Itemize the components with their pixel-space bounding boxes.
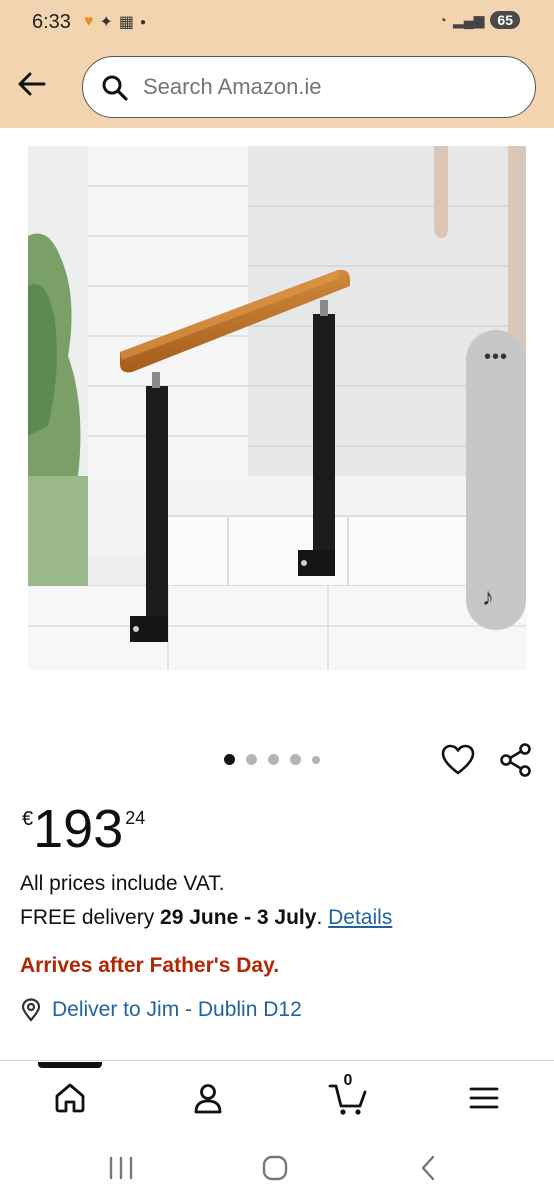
status-icons-left: ♥ ✦ ▦ ●	[84, 12, 146, 32]
delivery-info: FREE delivery 29 June - 3 July. Details	[20, 906, 392, 930]
vat-notice: All prices include VAT.	[20, 872, 225, 895]
signal-icon: ▂▄▆	[452, 11, 485, 28]
search-header	[0, 44, 554, 128]
search-bar[interactable]	[82, 56, 536, 118]
wishlist-heart-icon[interactable]	[440, 742, 476, 778]
nav-menu[interactable]	[462, 1076, 506, 1120]
bottom-nav: 0	[0, 1068, 554, 1128]
nav-account[interactable]	[186, 1076, 230, 1120]
image-carousel-dots	[224, 754, 320, 765]
status-bar: 6:33 ♥ ✦ ▦ ● ◔ ▂▄▆ 65	[0, 0, 554, 44]
music-note-icon[interactable]: ♪	[482, 584, 494, 612]
wifi-icon: ◔	[438, 12, 447, 28]
battery-icon: 65	[490, 11, 520, 29]
recent-apps-icon[interactable]	[106, 1154, 136, 1182]
carousel-dot[interactable]	[290, 754, 301, 765]
price-fraction: 24	[125, 808, 146, 828]
search-icon	[102, 75, 128, 101]
nav-cart[interactable]: 0	[326, 1072, 370, 1120]
arrival-warning: Arrives after Father's Day.	[20, 954, 280, 977]
delivery-dates: 29 June - 3 July	[160, 906, 317, 929]
product-price: € 193 24	[22, 800, 145, 858]
carousel-dot[interactable]	[312, 755, 320, 764]
nav-home[interactable]	[48, 1076, 92, 1120]
product-image[interactable]	[28, 146, 526, 670]
home-icon	[55, 1083, 85, 1113]
carousel-dot-active[interactable]	[224, 754, 235, 765]
deliver-to-location[interactable]: Deliver to Jim - Dublin D12	[20, 998, 302, 1022]
location-pin-icon	[21, 998, 41, 1022]
cart-count: 0	[343, 1072, 353, 1089]
price-whole: 193	[33, 799, 124, 859]
calendar-icon: ▦	[118, 14, 135, 31]
deliver-to-text: Deliver to Jim - Dublin D12	[52, 998, 302, 1021]
account-icon	[194, 1084, 222, 1114]
app-icon: ✦	[99, 14, 113, 31]
search-input[interactable]	[143, 74, 503, 100]
heart-badge-icon: ♥	[84, 13, 94, 30]
status-icons-right: ◔ ▂▄▆ 65	[438, 11, 520, 29]
carousel-dot[interactable]	[268, 754, 279, 765]
share-icon[interactable]	[498, 742, 534, 778]
dot-icon: ●	[140, 16, 147, 28]
home-button-icon[interactable]	[260, 1154, 290, 1182]
more-options-icon[interactable]: •••	[466, 346, 526, 369]
nav-divider	[0, 1060, 554, 1061]
floating-media-widget[interactable]: ••• ♪	[466, 330, 526, 630]
delivery-suffix: .	[316, 906, 329, 929]
menu-icon	[469, 1087, 499, 1109]
system-nav-bar	[0, 1140, 554, 1200]
delivery-details-link[interactable]: Details	[328, 906, 392, 929]
status-time: 6:33	[32, 11, 71, 33]
carousel-dot[interactable]	[246, 754, 257, 765]
back-button-icon[interactable]	[414, 1154, 444, 1182]
back-arrow-icon[interactable]	[14, 66, 50, 102]
price-currency: €	[22, 808, 34, 830]
delivery-prefix: FREE delivery	[20, 906, 161, 929]
